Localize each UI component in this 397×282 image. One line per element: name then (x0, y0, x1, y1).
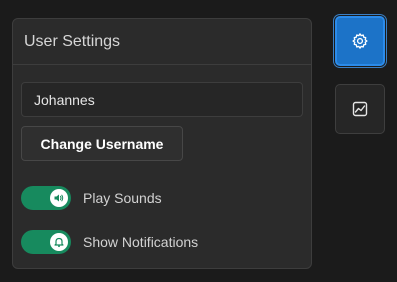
play-sounds-knob (50, 189, 68, 207)
change-username-button[interactable]: Change Username (21, 126, 183, 161)
panel-title: User Settings (13, 19, 311, 65)
settings-button[interactable] (335, 16, 385, 66)
show-notifications-label: Show Notifications (83, 234, 199, 250)
username-input[interactable] (21, 82, 303, 117)
gear-icon (352, 33, 368, 49)
stats-button[interactable] (335, 84, 385, 134)
show-notifications-knob (50, 233, 68, 251)
play-sounds-row: Play Sounds (21, 186, 162, 210)
show-notifications-row: Show Notifications (21, 230, 198, 254)
play-sounds-toggle[interactable] (21, 186, 71, 210)
speaker-icon (54, 194, 64, 202)
bell-icon (54, 237, 64, 248)
show-notifications-toggle[interactable] (21, 230, 71, 254)
user-settings-panel: User Settings Change Username Play Sound… (12, 18, 312, 269)
play-sounds-label: Play Sounds (83, 190, 162, 206)
chart-icon (352, 101, 368, 117)
